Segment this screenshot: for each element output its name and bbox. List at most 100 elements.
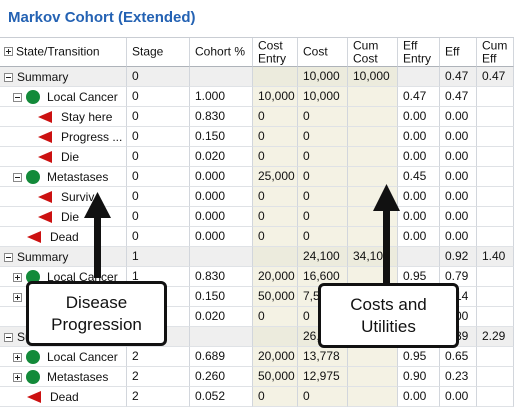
markov-cohort-grid[interactable]: State/Transition Stage Cohort % Cost Entry C… [0, 38, 514, 407]
summary-row[interactable]: Summary 0 10,000 10,000 0.47 0.47 [0, 67, 514, 87]
tree-node[interactable]: Local Cancer [13, 87, 118, 106]
column-header-cohort[interactable]: Cohort % [190, 38, 253, 67]
tree-node[interactable]: Summary [4, 247, 69, 266]
table-row[interactable]: Progress ... 0 0.150 0 0 0.00 0.00 [0, 127, 514, 147]
table-row[interactable]: Surviv 0 0.000 0 0 0.00 0.00 [0, 187, 514, 207]
cell-cost-entry [253, 327, 298, 347]
table-row[interactable]: Dead 2 0.052 0 0 0.00 0.00 [0, 387, 514, 407]
column-header-cum-cost[interactable]: Cum Cost [348, 38, 398, 67]
column-header-cost-entry[interactable]: Cost Entry [253, 38, 298, 67]
column-header-stage[interactable]: Stage [127, 38, 190, 67]
cell-cost-entry: 0 [253, 227, 298, 247]
cell-eff: 0.00 [440, 187, 477, 207]
collapse-icon[interactable] [13, 172, 22, 182]
table-row[interactable]: Metastases 0 0.000 25,000 0 0.45 0.00 [0, 167, 514, 187]
tree-node[interactable]: Dead [27, 227, 79, 246]
cell-cohort: 0.000 [190, 167, 253, 187]
table-row[interactable]: Stay here 0 0.830 0 0 0.00 0.00 [0, 107, 514, 127]
cell-cost: 12,975 [298, 367, 348, 387]
tree-node[interactable]: Stay here [38, 107, 112, 126]
expand-icon[interactable] [13, 292, 22, 302]
column-header-label: Cum Cost [353, 38, 379, 66]
cell-cohort: 0.020 [190, 147, 253, 167]
cell-eff: 0.00 [440, 107, 477, 127]
column-header-state[interactable]: State/Transition [0, 38, 127, 67]
tree-node[interactable]: Summary [4, 67, 68, 86]
expand-icon[interactable] [13, 372, 22, 382]
cell-cohort: 0.000 [190, 207, 253, 227]
markov-state-node-icon [26, 370, 40, 384]
cell-state: Stay here [0, 107, 127, 127]
cell-eff: 0.47 [440, 87, 477, 107]
cell-stage: 0 [127, 167, 190, 187]
collapse-icon[interactable] [4, 72, 13, 82]
cell-cost-entry: 50,000 [253, 287, 298, 307]
cell-cost: 0 [298, 387, 348, 407]
column-header-eff-entry[interactable]: Eff Entry [398, 38, 440, 67]
tree-node[interactable]: Die [38, 207, 79, 226]
tree-node[interactable]: Die [38, 147, 79, 166]
tree-node[interactable]: Metastases [13, 167, 108, 186]
cell-cum-cost [348, 87, 398, 107]
cell-cum-cost [348, 187, 398, 207]
terminal-node-icon [38, 191, 52, 203]
table-row[interactable]: Die 0 0.000 0 0 0.00 0.00 [0, 207, 514, 227]
cell-stage: 0 [127, 67, 190, 87]
cell-cohort: 1.000 [190, 87, 253, 107]
column-header-label: Cost [303, 44, 328, 59]
table-row[interactable]: Dead 0 0.000 0 0 0.00 0.00 [0, 227, 514, 247]
cell-cost: 0 [298, 127, 348, 147]
tree-node[interactable]: Dead [27, 387, 79, 406]
expand-icon[interactable] [13, 272, 22, 282]
node-label: Summary [17, 249, 69, 264]
cell-cum-eff [477, 147, 514, 167]
collapse-icon[interactable] [4, 332, 13, 342]
cell-state: Dead [0, 227, 127, 247]
summary-row[interactable]: Summary 1 24,100 34,100 0.92 1.40 [0, 247, 514, 267]
cell-cohort: 0.830 [190, 267, 253, 287]
collapse-icon[interactable] [4, 252, 13, 262]
table-row[interactable]: Local Cancer 0 1.000 10,000 10,000 0.47 0.47 [0, 87, 514, 107]
cell-cost: 13,778 [298, 347, 348, 367]
cell-cum-cost [348, 167, 398, 187]
window-title: Markov Cohort (Extended) [8, 9, 196, 26]
cell-cohort: 0.150 [190, 287, 253, 307]
expand-icon[interactable] [13, 352, 22, 362]
cell-state: Summary [0, 67, 127, 87]
cell-cum-eff [477, 367, 514, 387]
cell-cum-eff [477, 307, 514, 327]
cell-cost: 0 [298, 147, 348, 167]
terminal-node-icon [38, 211, 52, 223]
node-label: Dead [50, 389, 79, 404]
collapse-icon[interactable] [13, 92, 22, 102]
cell-eff-entry: 0.90 [398, 367, 440, 387]
cell-cost: 0 [298, 207, 348, 227]
column-header-eff[interactable]: Eff [440, 38, 477, 67]
tree-node[interactable]: Metastases [13, 367, 108, 386]
column-header-cost[interactable]: Cost [298, 38, 348, 67]
cell-cohort [190, 247, 253, 267]
cell-cost-entry [253, 67, 298, 87]
cell-cum-eff [477, 207, 514, 227]
cell-cohort: 0.052 [190, 387, 253, 407]
tree-node[interactable]: Progress ... [38, 127, 123, 146]
cell-stage: 1 [127, 247, 190, 267]
cell-cum-cost [348, 207, 398, 227]
cell-state: Metastases [0, 167, 127, 187]
cell-cost: 0 [298, 167, 348, 187]
node-label: Progress ... [61, 129, 123, 144]
table-row[interactable]: Metastases 2 0.260 50,000 12,975 0.90 0.23 [0, 367, 514, 387]
cell-cost: 0 [298, 107, 348, 127]
tree-node[interactable]: Local Cancer [13, 347, 118, 366]
cell-cost-entry: 0 [253, 187, 298, 207]
table-row[interactable]: Local Cancer 2 0.689 20,000 13,778 0.95 0.65 [0, 347, 514, 367]
table-row[interactable]: Die 0 0.020 0 0 0.00 0.00 [0, 147, 514, 167]
cell-state: Summary [0, 247, 127, 267]
column-header-label: State/Transition [16, 44, 100, 59]
cell-cost-entry: 0 [253, 207, 298, 227]
column-header-cum-eff[interactable]: Cum Eff [477, 38, 514, 67]
tree-node[interactable]: Surviv [38, 187, 94, 206]
cell-cost: 24,100 [298, 247, 348, 267]
cell-eff: 0.00 [440, 207, 477, 227]
expand-all-icon[interactable] [4, 47, 13, 57]
